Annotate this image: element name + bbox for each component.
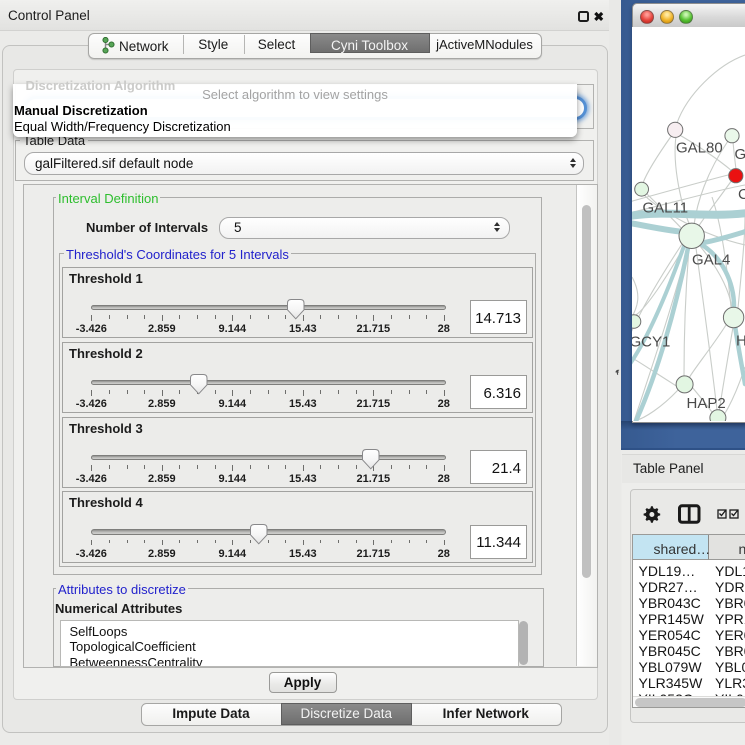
svg-text:C: C [738, 186, 745, 203]
svg-text:GAL80: GAL80 [676, 140, 723, 157]
svg-text:GA: GA [735, 146, 745, 163]
svg-text:GAL4: GAL4 [692, 252, 730, 269]
svg-text:H: H [736, 333, 745, 350]
svg-text:HAP2: HAP2 [687, 395, 726, 412]
svg-text:GAL11: GAL11 [643, 200, 689, 217]
svg-text:GCY1: GCY1 [632, 334, 670, 351]
